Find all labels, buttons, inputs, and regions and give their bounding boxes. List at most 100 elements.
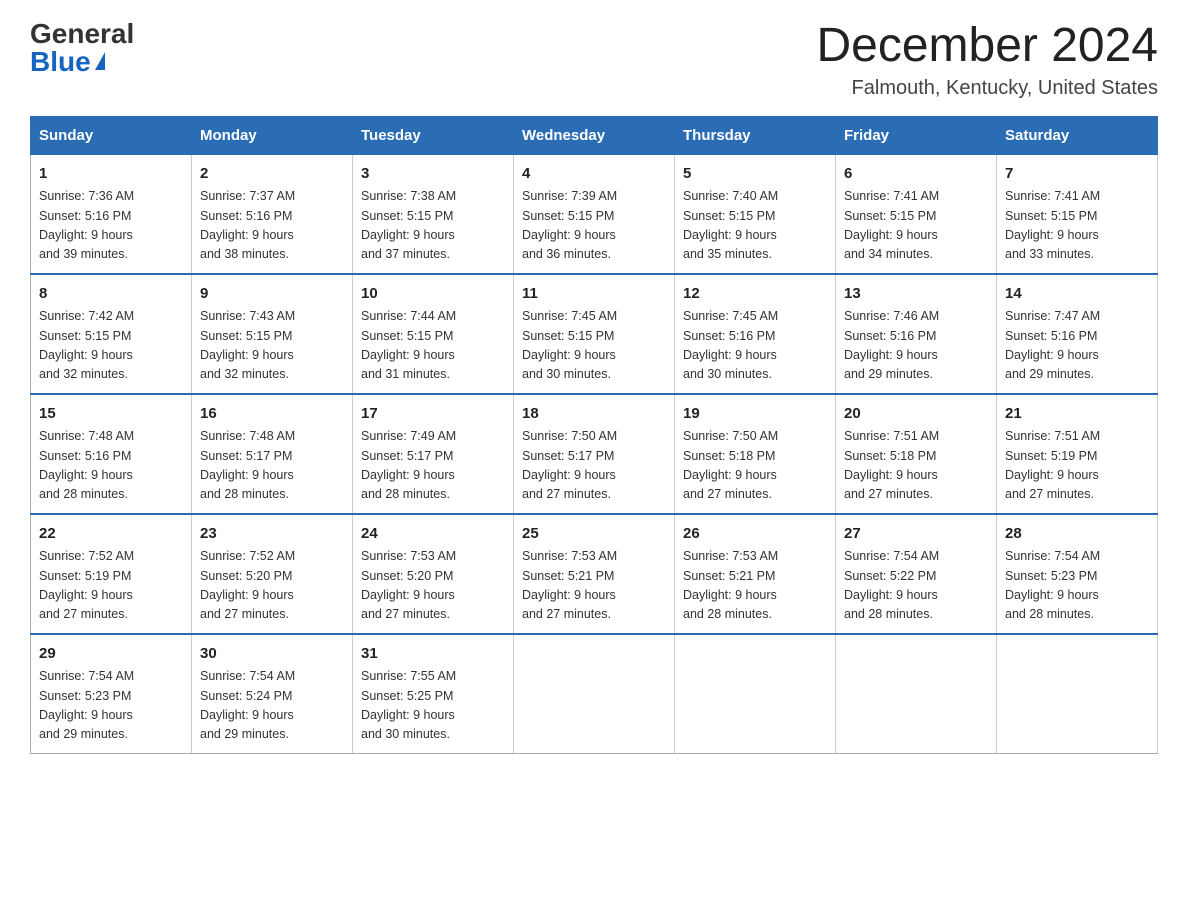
month-title: December 2024 [816, 20, 1158, 73]
calendar-day-cell: 9Sunrise: 7:43 AMSunset: 5:15 PMDaylight… [192, 274, 353, 394]
day-info: Sunrise: 7:51 AMSunset: 5:18 PMDaylight:… [844, 427, 988, 505]
calendar-day-cell: 22Sunrise: 7:52 AMSunset: 5:19 PMDayligh… [31, 514, 192, 634]
day-info: Sunrise: 7:50 AMSunset: 5:17 PMDaylight:… [522, 427, 666, 505]
logo-general-text: General [30, 20, 134, 48]
day-info: Sunrise: 7:42 AMSunset: 5:15 PMDaylight:… [39, 307, 183, 385]
calendar-week-row: 1Sunrise: 7:36 AMSunset: 5:16 PMDaylight… [31, 154, 1158, 274]
day-number: 29 [39, 643, 183, 666]
calendar-day-cell: 28Sunrise: 7:54 AMSunset: 5:23 PMDayligh… [997, 514, 1158, 634]
day-number: 4 [522, 163, 666, 186]
calendar-day-cell [997, 634, 1158, 754]
day-info: Sunrise: 7:55 AMSunset: 5:25 PMDaylight:… [361, 667, 505, 745]
calendar-day-cell: 30Sunrise: 7:54 AMSunset: 5:24 PMDayligh… [192, 634, 353, 754]
day-info: Sunrise: 7:45 AMSunset: 5:15 PMDaylight:… [522, 307, 666, 385]
day-info: Sunrise: 7:41 AMSunset: 5:15 PMDaylight:… [844, 187, 988, 265]
day-info: Sunrise: 7:51 AMSunset: 5:19 PMDaylight:… [1005, 427, 1149, 505]
title-section: December 2024 Falmouth, Kentucky, United… [816, 20, 1158, 100]
calendar-day-cell: 19Sunrise: 7:50 AMSunset: 5:18 PMDayligh… [675, 394, 836, 514]
calendar-day-cell: 26Sunrise: 7:53 AMSunset: 5:21 PMDayligh… [675, 514, 836, 634]
calendar-weekday-saturday: Saturday [997, 116, 1158, 154]
calendar-day-cell: 27Sunrise: 7:54 AMSunset: 5:22 PMDayligh… [836, 514, 997, 634]
day-info: Sunrise: 7:37 AMSunset: 5:16 PMDaylight:… [200, 187, 344, 265]
calendar-day-cell: 8Sunrise: 7:42 AMSunset: 5:15 PMDaylight… [31, 274, 192, 394]
calendar-week-row: 15Sunrise: 7:48 AMSunset: 5:16 PMDayligh… [31, 394, 1158, 514]
logo-blue-text: Blue [30, 48, 105, 76]
day-info: Sunrise: 7:52 AMSunset: 5:20 PMDaylight:… [200, 547, 344, 625]
day-number: 27 [844, 523, 988, 546]
calendar-weekday-thursday: Thursday [675, 116, 836, 154]
day-info: Sunrise: 7:39 AMSunset: 5:15 PMDaylight:… [522, 187, 666, 265]
calendar-day-cell [675, 634, 836, 754]
day-info: Sunrise: 7:53 AMSunset: 5:21 PMDaylight:… [683, 547, 827, 625]
day-number: 23 [200, 523, 344, 546]
day-info: Sunrise: 7:47 AMSunset: 5:16 PMDaylight:… [1005, 307, 1149, 385]
calendar-day-cell [836, 634, 997, 754]
calendar-day-cell: 15Sunrise: 7:48 AMSunset: 5:16 PMDayligh… [31, 394, 192, 514]
day-info: Sunrise: 7:46 AMSunset: 5:16 PMDaylight:… [844, 307, 988, 385]
day-info: Sunrise: 7:50 AMSunset: 5:18 PMDaylight:… [683, 427, 827, 505]
day-info: Sunrise: 7:48 AMSunset: 5:16 PMDaylight:… [39, 427, 183, 505]
calendar-week-row: 22Sunrise: 7:52 AMSunset: 5:19 PMDayligh… [31, 514, 1158, 634]
calendar-day-cell: 12Sunrise: 7:45 AMSunset: 5:16 PMDayligh… [675, 274, 836, 394]
location: Falmouth, Kentucky, United States [816, 77, 1158, 100]
day-number: 14 [1005, 283, 1149, 306]
calendar-day-cell: 31Sunrise: 7:55 AMSunset: 5:25 PMDayligh… [353, 634, 514, 754]
calendar-table: SundayMondayTuesdayWednesdayThursdayFrid… [30, 116, 1158, 754]
calendar-header-row: SundayMondayTuesdayWednesdayThursdayFrid… [31, 116, 1158, 154]
calendar-weekday-tuesday: Tuesday [353, 116, 514, 154]
calendar-day-cell: 7Sunrise: 7:41 AMSunset: 5:15 PMDaylight… [997, 154, 1158, 274]
calendar-day-cell: 17Sunrise: 7:49 AMSunset: 5:17 PMDayligh… [353, 394, 514, 514]
logo: General Blue [30, 20, 134, 76]
calendar-day-cell: 4Sunrise: 7:39 AMSunset: 5:15 PMDaylight… [514, 154, 675, 274]
calendar-week-row: 29Sunrise: 7:54 AMSunset: 5:23 PMDayligh… [31, 634, 1158, 754]
day-info: Sunrise: 7:54 AMSunset: 5:22 PMDaylight:… [844, 547, 988, 625]
day-number: 11 [522, 283, 666, 306]
calendar-day-cell: 13Sunrise: 7:46 AMSunset: 5:16 PMDayligh… [836, 274, 997, 394]
day-number: 25 [522, 523, 666, 546]
calendar-day-cell: 25Sunrise: 7:53 AMSunset: 5:21 PMDayligh… [514, 514, 675, 634]
day-number: 30 [200, 643, 344, 666]
day-info: Sunrise: 7:48 AMSunset: 5:17 PMDaylight:… [200, 427, 344, 505]
calendar-weekday-wednesday: Wednesday [514, 116, 675, 154]
calendar-day-cell: 10Sunrise: 7:44 AMSunset: 5:15 PMDayligh… [353, 274, 514, 394]
calendar-day-cell: 21Sunrise: 7:51 AMSunset: 5:19 PMDayligh… [997, 394, 1158, 514]
day-info: Sunrise: 7:53 AMSunset: 5:21 PMDaylight:… [522, 547, 666, 625]
day-info: Sunrise: 7:44 AMSunset: 5:15 PMDaylight:… [361, 307, 505, 385]
calendar-day-cell: 6Sunrise: 7:41 AMSunset: 5:15 PMDaylight… [836, 154, 997, 274]
day-info: Sunrise: 7:53 AMSunset: 5:20 PMDaylight:… [361, 547, 505, 625]
page-header: General Blue December 2024 Falmouth, Ken… [30, 20, 1158, 100]
day-info: Sunrise: 7:41 AMSunset: 5:15 PMDaylight:… [1005, 187, 1149, 265]
day-number: 28 [1005, 523, 1149, 546]
calendar-weekday-monday: Monday [192, 116, 353, 154]
calendar-day-cell: 23Sunrise: 7:52 AMSunset: 5:20 PMDayligh… [192, 514, 353, 634]
day-number: 8 [39, 283, 183, 306]
day-info: Sunrise: 7:45 AMSunset: 5:16 PMDaylight:… [683, 307, 827, 385]
calendar-day-cell: 1Sunrise: 7:36 AMSunset: 5:16 PMDaylight… [31, 154, 192, 274]
day-number: 16 [200, 403, 344, 426]
day-number: 2 [200, 163, 344, 186]
calendar-day-cell: 3Sunrise: 7:38 AMSunset: 5:15 PMDaylight… [353, 154, 514, 274]
day-info: Sunrise: 7:52 AMSunset: 5:19 PMDaylight:… [39, 547, 183, 625]
day-info: Sunrise: 7:54 AMSunset: 5:24 PMDaylight:… [200, 667, 344, 745]
day-number: 22 [39, 523, 183, 546]
day-info: Sunrise: 7:38 AMSunset: 5:15 PMDaylight:… [361, 187, 505, 265]
calendar-day-cell: 2Sunrise: 7:37 AMSunset: 5:16 PMDaylight… [192, 154, 353, 274]
calendar-day-cell: 20Sunrise: 7:51 AMSunset: 5:18 PMDayligh… [836, 394, 997, 514]
day-number: 18 [522, 403, 666, 426]
day-number: 15 [39, 403, 183, 426]
day-info: Sunrise: 7:54 AMSunset: 5:23 PMDaylight:… [1005, 547, 1149, 625]
day-number: 24 [361, 523, 505, 546]
calendar-day-cell: 5Sunrise: 7:40 AMSunset: 5:15 PMDaylight… [675, 154, 836, 274]
day-info: Sunrise: 7:40 AMSunset: 5:15 PMDaylight:… [683, 187, 827, 265]
day-info: Sunrise: 7:49 AMSunset: 5:17 PMDaylight:… [361, 427, 505, 505]
day-number: 6 [844, 163, 988, 186]
calendar-day-cell: 24Sunrise: 7:53 AMSunset: 5:20 PMDayligh… [353, 514, 514, 634]
logo-triangle-icon [95, 52, 105, 70]
calendar-day-cell: 16Sunrise: 7:48 AMSunset: 5:17 PMDayligh… [192, 394, 353, 514]
day-number: 13 [844, 283, 988, 306]
day-number: 20 [844, 403, 988, 426]
day-number: 26 [683, 523, 827, 546]
day-number: 12 [683, 283, 827, 306]
day-number: 5 [683, 163, 827, 186]
day-number: 19 [683, 403, 827, 426]
